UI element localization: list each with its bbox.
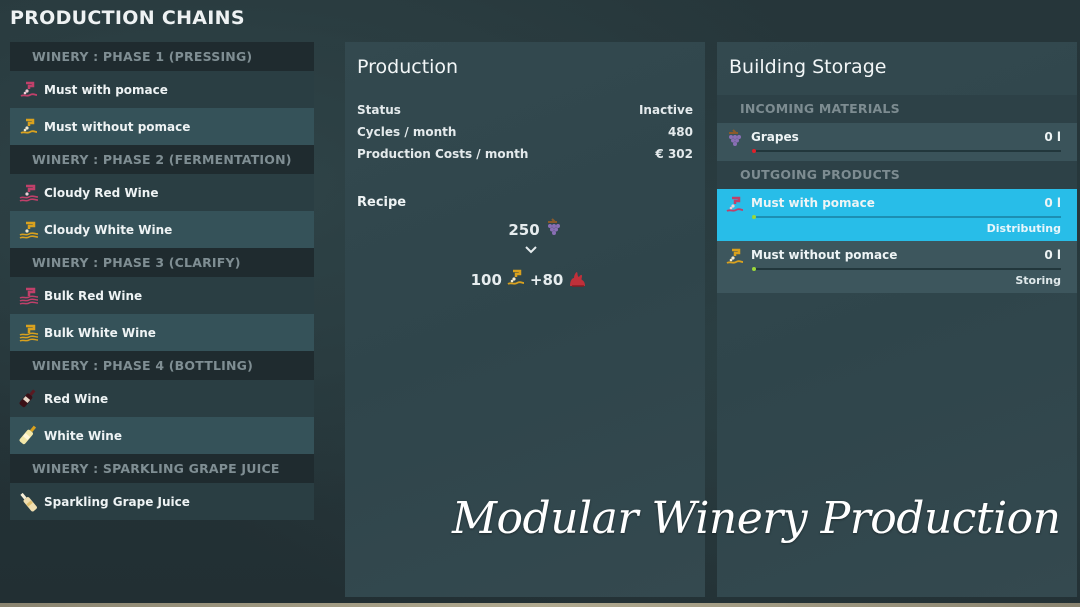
chain-item-label: Bulk Red Wine [44, 288, 143, 303]
storage-row-must-with-pomace[interactable]: Must with pomace 0 l Distributing [717, 189, 1077, 241]
chain-item-cloudy-white-wine[interactable]: Cloudy White Wine [10, 211, 314, 248]
chain-item-label: Bulk White Wine [44, 325, 156, 340]
production-title: Production [357, 56, 459, 78]
must-without-pomace-icon [18, 116, 40, 138]
production-chains-list: WINERY : PHASE 1 (PRESSING) Must with po… [10, 42, 314, 520]
chain-item-bulk-red-wine[interactable]: Bulk Red Wine [10, 277, 314, 314]
stat-label: Production Costs / month [357, 147, 529, 161]
chain-item-white-wine[interactable]: White Wine [10, 417, 314, 454]
recipe-output-amount: +80 [529, 271, 564, 289]
chain-item-label: Cloudy White Wine [44, 222, 173, 237]
chain-item-red-wine[interactable]: Red Wine [10, 380, 314, 417]
fill-level-bar [752, 215, 1061, 219]
fill-level-indicator [752, 149, 756, 153]
must-without-pomace-icon [725, 247, 745, 269]
phase-header: WINERY : PHASE 4 (BOTTLING) [10, 351, 314, 380]
phase-header: WINERY : PHASE 2 (FERMENTATION) [10, 145, 314, 174]
storage-title: Building Storage [729, 56, 887, 78]
chain-item-sparkling-grape-juice[interactable]: Sparkling Grape Juice [10, 483, 314, 520]
stat-label: Status [357, 103, 401, 117]
chain-item-label: Cloudy Red Wine [44, 185, 159, 200]
recipe-output-amount: 100 [470, 271, 502, 289]
fill-level-bar [752, 149, 1061, 153]
fill-level-indicator [752, 267, 756, 271]
chain-item-cloudy-red-wine[interactable]: Cloudy Red Wine [10, 174, 314, 211]
stat-value: Inactive [638, 103, 693, 117]
phase-header: WINERY : PHASE 1 (PRESSING) [10, 42, 314, 71]
storage-item-amount: 0 l [1044, 196, 1061, 210]
sparkling-grape-juice-icon [18, 491, 40, 513]
must-with-pomace-icon [725, 195, 745, 217]
stat-value: 480 [667, 125, 693, 139]
page-title: PRODUCTION CHAINS [10, 7, 245, 29]
stat-cycles: Cycles / month 480 [357, 121, 693, 143]
incoming-materials-header: INCOMING MATERIALS [717, 95, 1077, 123]
chain-item-label: Red Wine [44, 391, 109, 406]
stat-label: Cycles / month [357, 125, 457, 139]
storage-row-must-without-pomace[interactable]: Must without pomace 0 l Storing [717, 241, 1077, 293]
bottom-strip [0, 603, 1080, 607]
storage-row-grapes[interactable]: Grapes 0 l [717, 123, 1077, 161]
red-wine-bottle-icon [18, 388, 40, 410]
must-with-pomace-icon [18, 79, 40, 101]
chain-item-must-without-pomace[interactable]: Must without pomace [10, 108, 314, 145]
chain-item-bulk-white-wine[interactable]: Bulk White Wine [10, 314, 314, 351]
grapes-icon [540, 218, 566, 242]
fill-level-indicator [752, 215, 756, 219]
stat-value: € 302 [655, 147, 693, 161]
fill-level-bar [752, 267, 1061, 271]
phase-header: WINERY : PHASE 3 (CLARIFY) [10, 248, 314, 277]
storage-item-name: Must without pomace [751, 248, 898, 262]
chain-item-label: Must without pomace [44, 119, 191, 134]
stat-costs: Production Costs / month € 302 [357, 143, 693, 165]
production-stats: Status Inactive Cycles / month 480 Produ… [357, 99, 693, 165]
phase-header: WINERY : SPARKLING GRAPE JUICE [10, 454, 314, 483]
bulk-red-wine-icon [18, 285, 40, 307]
stat-status: Status Inactive [357, 99, 693, 121]
recipe-output: 100 +80 [345, 268, 705, 292]
white-wine-bottle-icon [18, 425, 40, 447]
bulk-white-wine-icon [18, 322, 40, 344]
must-without-pomace-icon [502, 268, 530, 292]
storage-item-amount: 0 l [1044, 248, 1061, 262]
chain-item-label: White Wine [44, 428, 122, 443]
recipe-input: 250 [345, 218, 705, 242]
storage-item-name: Grapes [751, 130, 799, 144]
chain-item-label: Sparkling Grape Juice [44, 494, 190, 509]
storage-item-name: Must with pomace [751, 196, 875, 210]
chevron-down-icon [345, 244, 705, 258]
recipe-label: Recipe [357, 195, 407, 210]
chain-item-must-with-pomace[interactable]: Must with pomace [10, 71, 314, 108]
storage-mode[interactable]: Storing [1015, 274, 1061, 287]
cloudy-white-wine-icon [18, 219, 40, 241]
chain-item-label: Must with pomace [44, 82, 168, 97]
storage-item-amount: 0 l [1044, 130, 1061, 144]
outgoing-products-header: OUTGOING PRODUCTS [717, 161, 1077, 189]
grapes-icon [725, 129, 745, 151]
storage-mode[interactable]: Distributing [987, 222, 1061, 235]
watermark-title: Modular Winery Production [452, 493, 1061, 544]
cloudy-red-wine-icon [18, 182, 40, 204]
recipe-input-amount: 250 [508, 221, 540, 239]
pomace-icon [563, 268, 591, 292]
